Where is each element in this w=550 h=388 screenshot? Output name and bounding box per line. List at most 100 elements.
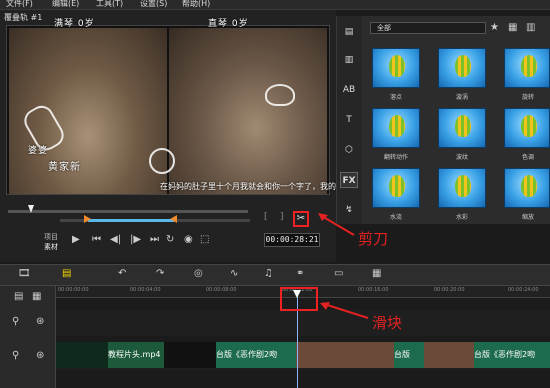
preview-title: 覆叠轨 #1 — [4, 13, 43, 22]
filter-thumb-5[interactable] — [438, 108, 486, 148]
ruler-tick: 00:00:20:00 — [434, 287, 465, 293]
balloon-image — [455, 115, 471, 137]
media-icon[interactable]: ▤ — [340, 24, 358, 40]
scissors-icon: ✂ — [296, 213, 306, 224]
filter-icon[interactable]: FX — [340, 172, 358, 188]
chapter-point-icon[interactable]: ▭ — [334, 268, 343, 280]
ruler-tick: 00:00:08:00 — [206, 287, 237, 293]
title-icon[interactable]: T — [340, 112, 358, 128]
clip-drama-3[interactable]: 台版《恶作剧2吻 — [474, 342, 550, 368]
filter-thumb-1[interactable] — [372, 48, 420, 88]
menu-edit[interactable]: 编辑(E) — [52, 0, 79, 8]
sound-mixer-icon[interactable]: ∿ — [230, 268, 238, 280]
balloon-image — [455, 175, 471, 197]
track-header-column — [0, 286, 56, 388]
clip-drama-1[interactable]: 台版《恶作剧2吻 — [216, 342, 296, 368]
balloon-image — [389, 175, 405, 197]
rattle-doodle — [149, 148, 175, 174]
overlay-track[interactable] — [56, 310, 550, 336]
clip-intro-title[interactable]: 教程片头.mp4 — [108, 342, 164, 368]
multi-trim-icon[interactable]: ▦ — [372, 268, 381, 280]
balloon-image — [521, 55, 537, 77]
trim-range[interactable] — [88, 219, 174, 222]
name-label: 婆婆 — [28, 146, 49, 156]
timeline-toolbar — [0, 264, 550, 286]
mode-clip[interactable]: 素材 — [44, 242, 58, 252]
filter-thumb-9[interactable] — [504, 168, 550, 208]
ripple-edit-icon[interactable]: ⚲ — [12, 350, 19, 361]
timecode-display[interactable]: 00:00:28:21 — [264, 233, 320, 247]
view-list-icon[interactable]: ▥ — [526, 22, 535, 33]
library-category-select[interactable]: 全部 — [370, 22, 486, 34]
filter-label: 旋转 — [521, 94, 534, 101]
play-icon[interactable]: ▶ — [72, 235, 80, 245]
view-thumbnail-icon[interactable]: ▦ — [508, 22, 517, 33]
cut-annotation-text: 剪刀 — [358, 230, 389, 248]
ruler-tick: 00:00:24:00 — [508, 287, 539, 293]
name-signature: 黄家新 — [48, 162, 81, 173]
filter-label: 水流 — [389, 214, 402, 221]
record-capture-icon[interactable]: ◎ — [194, 268, 203, 280]
slider-annotation-text: 滑块 — [372, 314, 403, 332]
filter-thumb-7[interactable] — [372, 168, 420, 208]
filter-label: 水彩 — [455, 214, 468, 221]
menu-help[interactable]: 帮助(H) — [182, 0, 210, 8]
overlay-text-left: 满琴 0岁 — [54, 19, 95, 29]
clip-intro-thumb[interactable] — [56, 342, 108, 368]
mark-in-button[interactable]: [ — [264, 212, 268, 222]
clip-dark-thumb[interactable] — [164, 342, 216, 368]
transition-icon[interactable]: AB — [340, 82, 358, 98]
graphics-icon[interactable]: ⬡ — [340, 142, 358, 158]
instant-project-icon[interactable]: ▥ — [340, 52, 358, 68]
storyboard-view-icon[interactable]: ▤ — [62, 268, 71, 280]
ruler-tick: 00:00:16:00 — [358, 287, 389, 293]
redo-icon[interactable]: ↷ — [156, 268, 164, 280]
filter-thumb-4[interactable] — [372, 108, 420, 148]
filter-thumb-8[interactable] — [438, 168, 486, 208]
clip-photo-strip-2[interactable] — [424, 342, 474, 368]
filter-label: 漩涡 — [455, 94, 468, 101]
menu-tools[interactable]: 工具(T) — [96, 0, 123, 8]
filter-thumb-2[interactable] — [438, 48, 486, 88]
path-icon[interactable]: ↯ — [340, 202, 358, 218]
video-track-icon[interactable]: ⊛ — [36, 350, 44, 361]
skip-end-icon[interactable]: ⏭ — [150, 235, 159, 245]
mark-out-button[interactable]: ] — [280, 212, 284, 222]
filter-thumb-6[interactable] — [504, 108, 550, 148]
slider-annotation-arrow — [320, 302, 369, 319]
auto-music-icon[interactable]: ♫ — [264, 268, 273, 280]
filter-thumb-3[interactable] — [504, 48, 550, 88]
overlay-track-icon[interactable]: ⊛ — [36, 316, 44, 327]
mode-project[interactable]: 项目 — [44, 232, 58, 242]
track-lock-icon[interactable]: ⚲ — [12, 316, 19, 327]
balloon-image — [389, 55, 405, 77]
timeline-view-icon[interactable]: 🎞 — [18, 268, 31, 280]
timeline-zoom-icon[interactable]: ▤ — [14, 291, 23, 302]
scrub-bar[interactable] — [8, 210, 248, 213]
balloon-image — [389, 115, 405, 137]
ruler-tick: 00:00:00:00 — [58, 287, 89, 293]
skip-start-icon[interactable]: ⏮ — [92, 235, 101, 245]
baby-photo-right — [169, 28, 327, 194]
overlay-text-right: 直琴 0岁 — [208, 19, 249, 29]
filter-label: 翻转动作 — [383, 154, 408, 161]
track-manager-icon[interactable]: ⚭ — [296, 268, 304, 280]
clip-photo-strip-1[interactable] — [296, 342, 394, 368]
volume-icon[interactable]: ◉ — [184, 235, 193, 245]
clip-drama-2[interactable]: 台版 — [394, 342, 424, 368]
undo-icon[interactable]: ↶ — [118, 268, 126, 280]
duck-doodle — [265, 84, 295, 106]
fit-project-icon[interactable]: ▦ — [32, 291, 41, 302]
add-favorite-icon[interactable]: ★ — [490, 22, 499, 33]
repeat-icon[interactable]: ↻ — [166, 235, 174, 245]
split-clip-button[interactable]: ✂ — [293, 211, 309, 227]
ruler-tick: 00:00:04:00 — [130, 287, 161, 293]
next-frame-icon[interactable]: |▶ — [130, 235, 141, 245]
menu-settings[interactable]: 设置(S) — [140, 0, 167, 8]
fullscreen-icon[interactable]: ⬚ — [200, 235, 209, 245]
filter-label: 缩放 — [521, 214, 534, 221]
subtitle-caption: 在妈妈的肚子里十个月我就会和你一个字了，我的妈... — [160, 182, 352, 191]
balloon-image — [455, 55, 471, 77]
prev-frame-icon[interactable]: ◀| — [110, 235, 121, 245]
menu-file[interactable]: 文件(F) — [6, 0, 33, 8]
